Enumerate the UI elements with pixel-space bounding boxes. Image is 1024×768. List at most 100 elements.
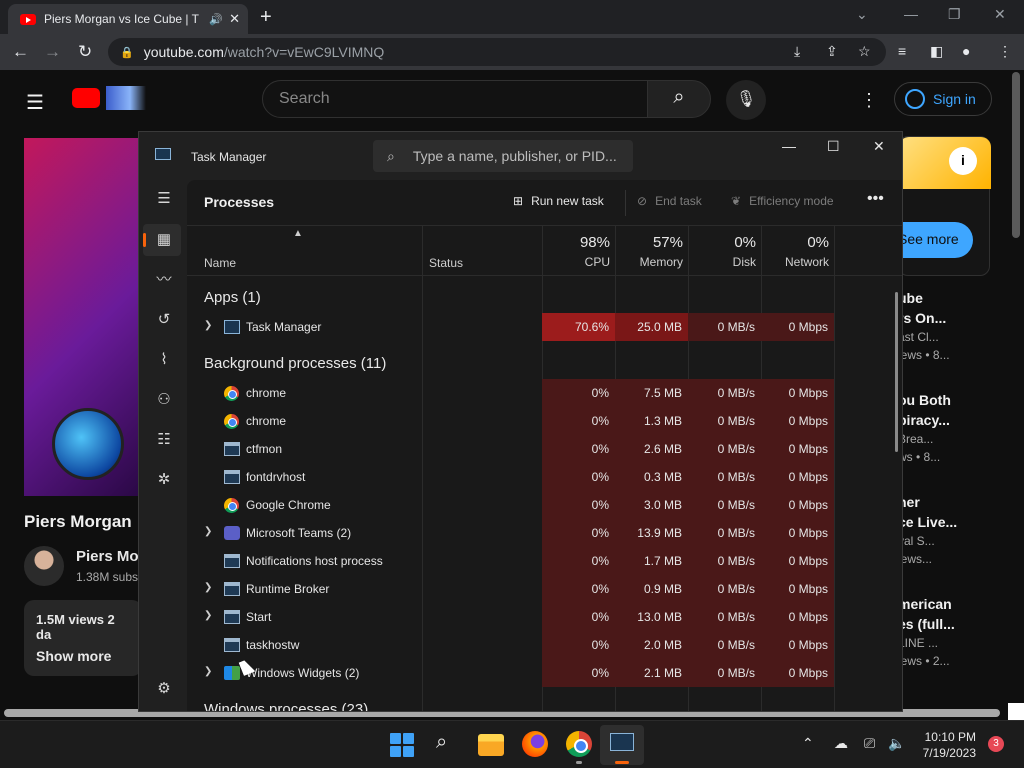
processes-scrollbar[interactable] — [895, 292, 898, 452]
start-button[interactable] — [390, 733, 414, 757]
youtube-search-button[interactable]: ⌕ — [647, 80, 711, 118]
menu-kebab-icon[interactable]: ⋮ — [998, 43, 1012, 60]
process-row[interactable]: fontdrvhost 0% 0.3 MB 0 MB/s 0 Mbps — [187, 463, 834, 491]
process-search-input[interactable]: ⌕ Type a name, publisher, or PID... — [373, 140, 633, 172]
app-history-icon[interactable]: ↺ — [155, 311, 173, 329]
reload-button[interactable]: ↻ — [78, 42, 92, 62]
recommended-video[interactable]: merican es (full... LINE ... iews • 2... — [898, 594, 1008, 670]
notification-badge[interactable]: 3 — [988, 736, 1004, 752]
process-row[interactable]: ❯ Microsoft Teams (2) 0% 13.9 MB 0 MB/s 0 Mbp… — [187, 519, 834, 547]
new-tab-button[interactable]: + — [260, 6, 272, 29]
process-row[interactable]: chrome 0% 7.5 MB 0 MB/s 0 Mbps — [187, 379, 834, 407]
process-row[interactable]: ❯ Windows Widgets (2) 0% 2.1 MB 0 MB/s 0 Mbps — [187, 659, 834, 687]
services-icon[interactable]: ✲ — [155, 471, 173, 489]
expand-chevron-icon[interactable]: ❯ — [204, 666, 212, 677]
close-tab-icon[interactable]: ✕ — [229, 11, 240, 27]
process-row[interactable]: Google Chrome 0% 3.0 MB 0 MB/s 0 Mbps — [187, 491, 834, 519]
file-explorer-icon[interactable] — [478, 734, 504, 756]
info-icon[interactable]: i — [949, 147, 977, 175]
recommended-video[interactable]: ou Both piracy... Brea... ws • 8... — [898, 390, 1008, 466]
clock[interactable]: 10:10 PM 7/19/2023 — [920, 729, 976, 761]
efficiency-mode-button[interactable]: ❦ Efficiency mode — [731, 194, 834, 208]
show-more-link[interactable]: Show more — [36, 648, 130, 664]
channel-name[interactable]: Piers Mo — [76, 548, 139, 565]
process-row[interactable]: ❯ Runtime Broker 0% 0.9 MB 0 MB/s 0 Mbps — [187, 575, 834, 603]
settings-gear-icon[interactable]: ⚙ — [155, 680, 173, 698]
column-network[interactable]: 0% Network — [761, 234, 829, 269]
browser-tab[interactable]: Piers Morgan vs Ice Cube | T 🔊 ✕ — [8, 4, 248, 34]
tab-search-chevron-icon[interactable]: ⌄ — [856, 6, 868, 23]
channel-avatar[interactable] — [24, 546, 64, 586]
close-window-button[interactable]: ✕ — [994, 6, 1006, 23]
widgets-icon — [224, 666, 240, 680]
more-options-icon[interactable]: ••• — [867, 190, 884, 208]
install-app-icon[interactable]: ⤓ — [794, 43, 800, 60]
disk-cell: 0 MB/s — [688, 435, 761, 463]
share-icon[interactable]: ⇪ — [826, 43, 838, 60]
media-controls-icon[interactable]: ≡ — [898, 43, 906, 59]
show-hidden-icons-chevron-icon[interactable]: ⌃ — [802, 735, 814, 752]
process-row[interactable]: chrome 0% 1.3 MB 0 MB/s 0 Mbps — [187, 407, 834, 435]
end-task-button[interactable]: ⊘ End task — [637, 194, 702, 208]
minimize-button[interactable]: — — [904, 6, 918, 22]
disk-cell: 0 MB/s — [688, 313, 761, 341]
youtube-search-input[interactable]: Search — [262, 80, 648, 118]
hamburger-menu-icon[interactable]: ☰ — [155, 190, 173, 208]
process-row[interactable]: ❯ Task Manager 70.6% 25.0 MB 0 MB/s 0 Mbps — [187, 313, 834, 341]
startup-apps-icon[interactable]: ⌇ — [155, 351, 173, 369]
hamburger-menu-icon[interactable]: ☰ — [26, 90, 44, 115]
cloud-offline-icon[interactable]: ☁ — [834, 735, 848, 752]
column-disk[interactable]: 0% Disk — [688, 234, 756, 269]
process-row[interactable]: taskhostw 0% 2.0 MB 0 MB/s 0 Mbps — [187, 631, 834, 659]
column-status[interactable]: Status — [429, 256, 463, 270]
expand-chevron-icon[interactable]: ❯ — [204, 582, 212, 593]
minimize-button[interactable]: — — [782, 138, 796, 154]
description-box[interactable]: 1.5M views 2 da Show more — [24, 600, 142, 676]
details-icon[interactable]: ☷ — [155, 431, 173, 449]
firefox-icon[interactable] — [522, 731, 548, 757]
address-bar[interactable]: 🔒 youtube.com/watch?v=vEwC9LVIMNQ — [108, 38, 886, 66]
page-scrollbar[interactable] — [1012, 72, 1020, 238]
process-row[interactable]: ctfmon 0% 2.6 MB 0 MB/s 0 Mbps — [187, 435, 834, 463]
bookmark-star-icon[interactable]: ☆ — [858, 43, 871, 60]
youtube-logo-icon[interactable] — [72, 88, 100, 108]
process-row[interactable]: Notifications host process 0% 1.7 MB 0 MB/s… — [187, 547, 834, 575]
task-manager-titlebar[interactable]: Task Manager ⌕ Type a name, publisher, o… — [139, 132, 902, 180]
group-windows[interactable]: Windows processes (23) — [204, 701, 368, 711]
task-manager-taskbar-button[interactable] — [600, 725, 644, 765]
recommended-video[interactable]: ube rs On... ast Cl... iews • 8... — [898, 288, 1008, 364]
group-background[interactable]: Background processes (11) — [204, 355, 386, 372]
expand-chevron-icon[interactable]: ❯ — [204, 610, 212, 621]
process-row[interactable]: ❯ Start 0% 13.0 MB 0 MB/s 0 Mbps — [187, 603, 834, 631]
lock-icon[interactable]: 🔒 — [120, 46, 134, 59]
forward-button[interactable]: → — [44, 42, 61, 62]
group-apps[interactable]: Apps (1) — [204, 289, 261, 306]
video-player[interactable] — [24, 138, 140, 496]
run-new-task-button[interactable]: ⊞ Run new task — [513, 194, 604, 208]
maximize-button[interactable]: ☐ — [827, 138, 840, 155]
performance-icon[interactable]: 〰 — [155, 271, 173, 289]
speaker-icon[interactable]: 🔊 — [209, 13, 223, 26]
voice-search-button[interactable]: 🎙 — [726, 80, 766, 120]
taskbar-search-icon[interactable]: ⌕ — [436, 731, 462, 757]
doodle-logo-icon[interactable] — [106, 86, 146, 110]
column-name[interactable]: Name — [204, 256, 236, 270]
restore-button[interactable]: ❐ — [948, 6, 961, 23]
network-icon[interactable]: ⎚ — [864, 735, 875, 752]
close-button[interactable]: ✕ — [873, 138, 885, 155]
profile-icon[interactable]: ● — [962, 43, 970, 59]
expand-chevron-icon[interactable]: ❯ — [204, 526, 212, 537]
expand-chevron-icon[interactable]: ❯ — [204, 320, 212, 331]
users-icon[interactable]: ⚇ — [155, 391, 173, 409]
back-button[interactable]: ← — [12, 42, 29, 62]
chrome-icon[interactable] — [566, 731, 592, 757]
side-panel-icon[interactable]: ◧ — [930, 43, 943, 60]
column-cpu[interactable]: 98% CPU — [542, 234, 610, 269]
settings-kebab-icon[interactable]: ⋮ — [860, 90, 878, 111]
volume-icon[interactable]: 🔈 — [888, 735, 905, 752]
see-more-button[interactable]: See more — [898, 222, 973, 258]
sign-in-button[interactable]: Sign in — [894, 82, 992, 116]
processes-icon[interactable]: ▦ — [155, 231, 173, 249]
recommended-video[interactable]: her ce Live... yal S... iews... — [898, 492, 1008, 568]
column-memory[interactable]: 57% Memory — [615, 234, 683, 269]
